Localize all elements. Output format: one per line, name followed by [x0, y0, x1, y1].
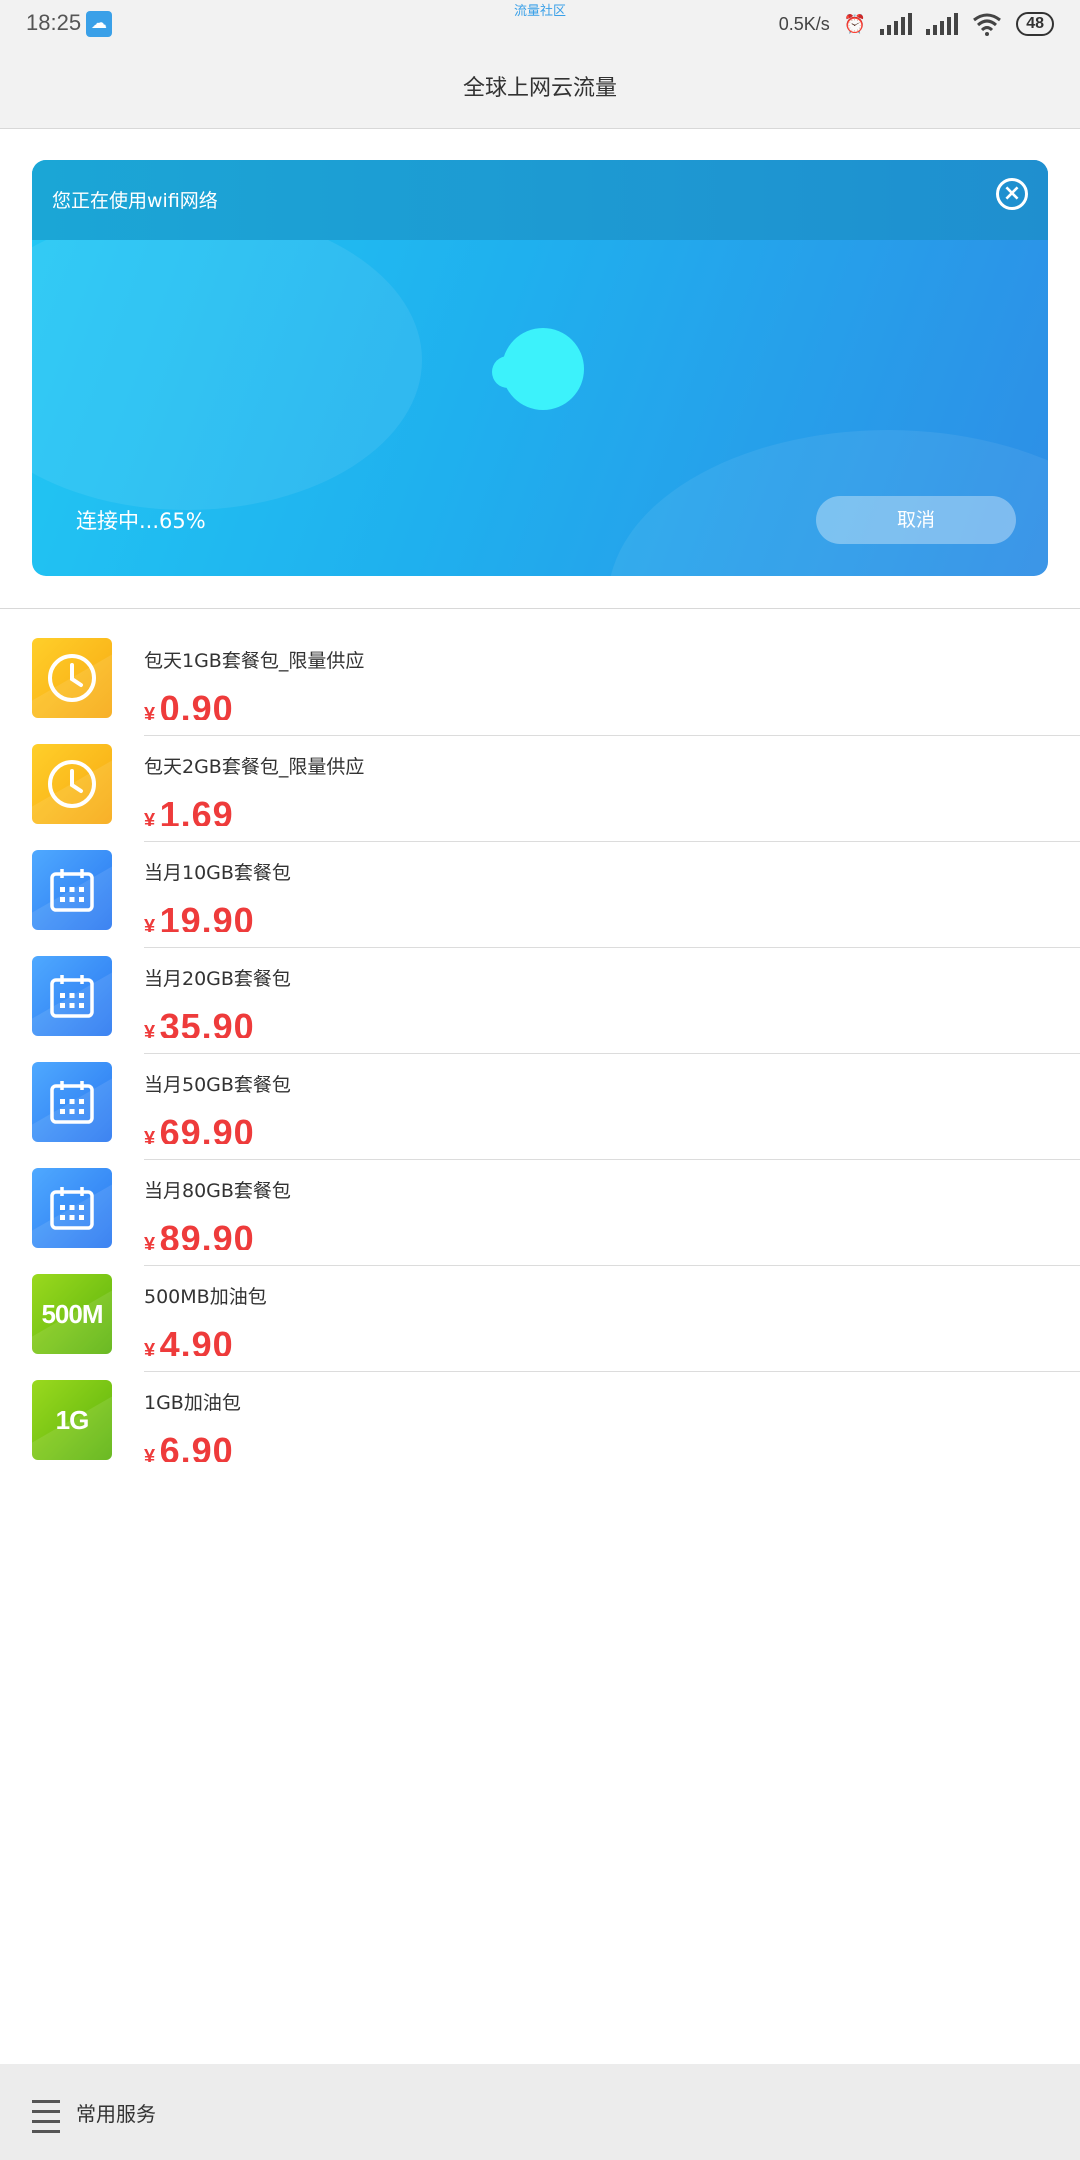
menu-list-icon — [32, 2100, 60, 2140]
divider — [0, 608, 1080, 609]
package-name: 当月20GB套餐包 — [144, 968, 291, 990]
package-name: 当月50GB套餐包 — [144, 1074, 291, 1096]
package-item[interactable]: 500M 500MB加油包 ¥ 4.90 — [0, 1266, 1080, 1372]
clock-icon — [32, 744, 112, 824]
net-speed: 0.5K/s — [778, 13, 830, 34]
calendar-icon — [32, 850, 112, 930]
status-bar: 18:25 ☁ 流量社区 0.5K/s ⏰ 48 — [0, 0, 1080, 48]
clock-icon — [32, 638, 112, 718]
package-price: ¥ 89.90 — [144, 1218, 255, 1250]
close-icon[interactable]: × — [996, 178, 1028, 210]
package-item[interactable]: 当月50GB套餐包 ¥ 69.90 — [0, 1054, 1080, 1160]
status-time: 18:25 — [26, 10, 82, 35]
package-price: ¥ 35.90 — [144, 1006, 255, 1038]
cloud-app-icon: ☁ — [86, 11, 112, 37]
package-price: ¥ 0.90 — [144, 688, 234, 720]
icon-label: 1G — [55, 1404, 90, 1435]
decor-blob — [32, 210, 422, 510]
status-right-group: 0.5K/s ⏰ 48 — [779, 8, 1054, 40]
package-item[interactable]: 当月80GB套餐包 ¥ 89.90 — [0, 1160, 1080, 1266]
package-name: 当月10GB套餐包 — [144, 862, 291, 884]
network-message: 您正在使用wifi网络 — [52, 190, 218, 212]
page-title: 全球上网云流量 — [462, 76, 617, 101]
title-bar: 全球上网云流量 — [0, 48, 1080, 129]
card-header: 您正在使用wifi网络 × — [32, 160, 1048, 240]
package-name: 包天2GB套餐包_限量供应 — [144, 756, 365, 778]
package-price: ¥ 1.69 — [144, 794, 234, 826]
icon-label: 500M — [41, 1298, 103, 1329]
calendar-icon — [32, 1062, 112, 1142]
signal-icon — [880, 13, 913, 35]
status-notification: 流量社区 — [514, 3, 567, 18]
calendar-icon — [32, 956, 112, 1036]
package-name: 当月80GB套餐包 — [144, 1180, 291, 1202]
package-name: 500MB加油包 — [144, 1286, 267, 1308]
cancel-button[interactable]: 取消 — [816, 496, 1016, 544]
package-price: ¥ 19.90 — [144, 900, 255, 932]
package-price: ¥ 4.90 — [144, 1324, 234, 1356]
connection-card: 您正在使用wifi网络 × 连接中...65% 取消 — [32, 160, 1048, 576]
data-1g-icon: 1G — [32, 1380, 112, 1460]
package-item[interactable]: 当月10GB套餐包 ¥ 19.90 — [0, 842, 1080, 948]
data-500m-icon: 500M — [32, 1274, 112, 1354]
package-item[interactable]: 包天1GB套餐包_限量供应 ¥ 0.90 — [0, 630, 1080, 736]
package-price: ¥ 69.90 — [144, 1112, 255, 1144]
package-name: 包天1GB套餐包_限量供应 — [144, 650, 365, 672]
wifi-icon — [973, 13, 1002, 36]
package-item[interactable]: 包天2GB套餐包_限量供应 ¥ 1.69 — [0, 736, 1080, 842]
common-services-label: 常用服务 — [76, 2102, 156, 2126]
bottom-bar[interactable]: 常用服务 — [0, 2064, 1080, 2160]
package-price: ¥ 6.90 — [144, 1430, 234, 1462]
package-item[interactable]: 当月20GB套餐包 ¥ 35.90 — [0, 948, 1080, 1054]
package-list: 包天1GB套餐包_限量供应 ¥ 0.90 包天2GB套餐包_限量供应 ¥ 1.6… — [0, 630, 1080, 1478]
package-item[interactable]: 1G 1GB加油包 ¥ 6.90 — [0, 1372, 1080, 1478]
signal-icon-2 — [926, 13, 959, 35]
battery-indicator: 48 — [1016, 12, 1054, 36]
connection-orb — [502, 328, 584, 410]
alarm-icon: ⏰ — [843, 13, 867, 34]
connection-progress-text: 连接中...65% — [76, 509, 206, 533]
calendar-icon — [32, 1168, 112, 1248]
package-name: 1GB加油包 — [144, 1392, 241, 1414]
